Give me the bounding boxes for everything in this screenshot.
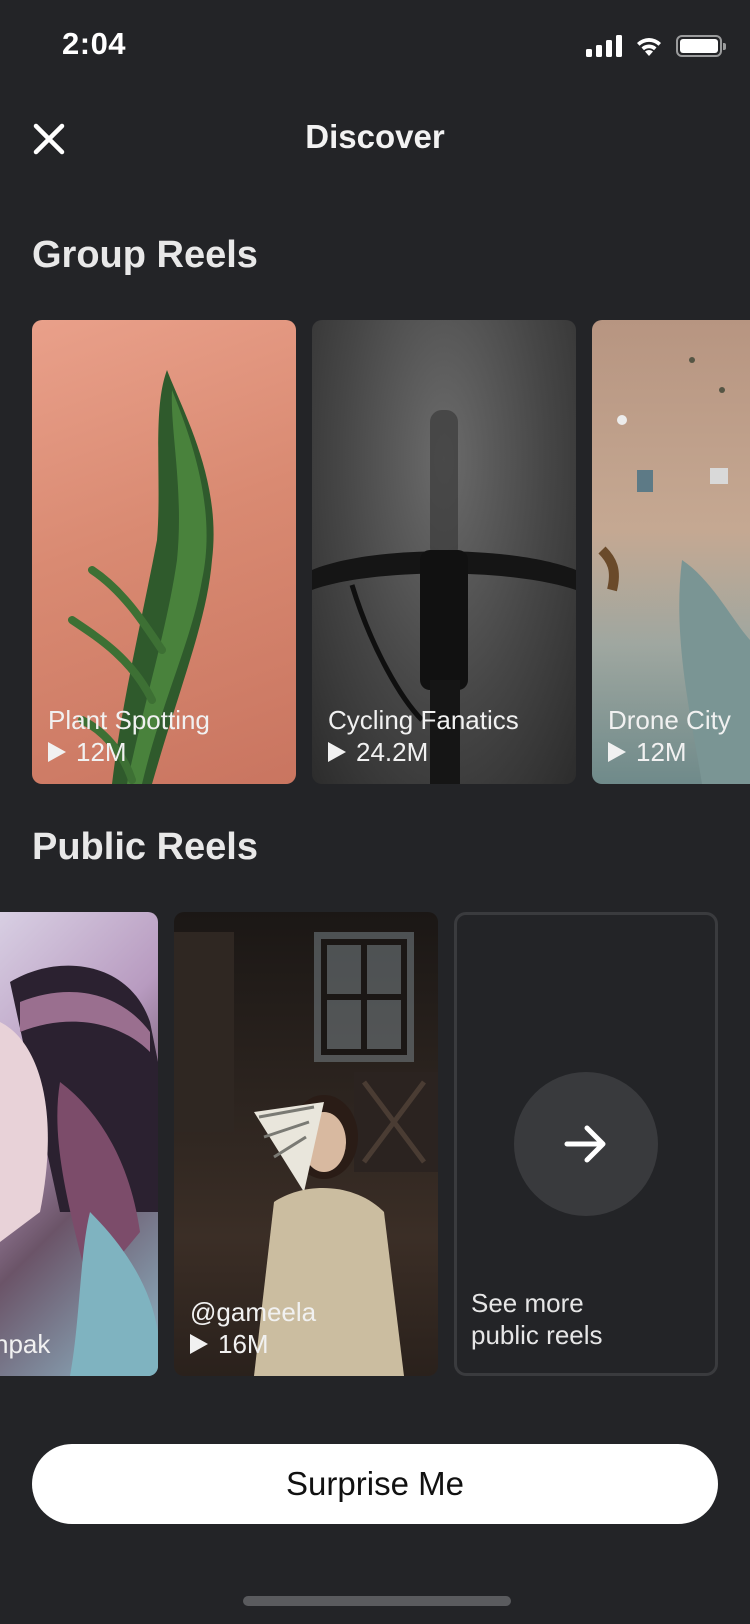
- see-more-public-reels-card[interactable]: See more public reels: [454, 912, 718, 1376]
- reel-card-npak[interactable]: npak: [0, 912, 158, 1376]
- status-time: 2:04: [62, 26, 127, 61]
- see-more-line1: See more: [471, 1288, 584, 1318]
- card-label: Cycling Fanatics 24.2M: [328, 704, 519, 768]
- public-reels-title: Public Reels: [32, 826, 258, 868]
- card-title: Plant Spotting: [48, 705, 210, 735]
- home-indicator: [243, 1596, 511, 1606]
- arrow-right-icon: [564, 1125, 606, 1163]
- reel-card-gameela[interactable]: @gameela 16M: [174, 912, 438, 1376]
- view-count: 24.2M: [356, 737, 429, 767]
- couple-image: [0, 965, 158, 1376]
- status-icons: [586, 34, 726, 58]
- play-icon: [190, 1334, 208, 1354]
- reel-card-cycling-fanatics[interactable]: Cycling Fanatics 24.2M: [312, 320, 576, 784]
- card-title: Drone City: [608, 705, 731, 735]
- wifi-icon: [637, 38, 661, 56]
- nav-bar: Discover: [0, 100, 750, 180]
- play-icon: [328, 742, 346, 762]
- play-icon: [48, 742, 66, 762]
- group-reels-title: Group Reels: [32, 234, 258, 276]
- status-bar: 2:04: [0, 0, 750, 90]
- signal-icon: [586, 35, 622, 57]
- view-count: 12M: [76, 737, 127, 767]
- view-count: 16M: [218, 1329, 269, 1359]
- see-more-label: See more public reels: [471, 1287, 603, 1351]
- play-icon: [608, 742, 626, 762]
- card-views: 12M: [48, 736, 210, 768]
- card-label: @gameela 16M: [190, 1296, 316, 1360]
- battery-icon: [676, 35, 726, 57]
- reel-card-plant-spotting[interactable]: Plant Spotting 12M: [32, 320, 296, 784]
- card-label: Plant Spotting 12M: [48, 704, 210, 768]
- arrow-button[interactable]: [514, 1072, 658, 1216]
- view-count: 12M: [636, 737, 687, 767]
- card-title: Cycling Fanatics: [328, 705, 519, 735]
- card-title: @gameela: [190, 1297, 317, 1327]
- card-views: 24.2M: [328, 736, 519, 768]
- card-views: 16M: [190, 1328, 316, 1360]
- page-title: Discover: [305, 118, 445, 155]
- surprise-me-button[interactable]: Surprise Me: [32, 1444, 718, 1524]
- reel-card-drone-city[interactable]: Drone City 12M: [592, 320, 750, 784]
- card-views: 12M: [608, 736, 731, 768]
- card-title: npak: [0, 1329, 51, 1359]
- card-label: npak: [0, 1328, 50, 1360]
- see-more-line2: public reels: [471, 1320, 603, 1350]
- card-label: Drone City 12M: [608, 704, 731, 768]
